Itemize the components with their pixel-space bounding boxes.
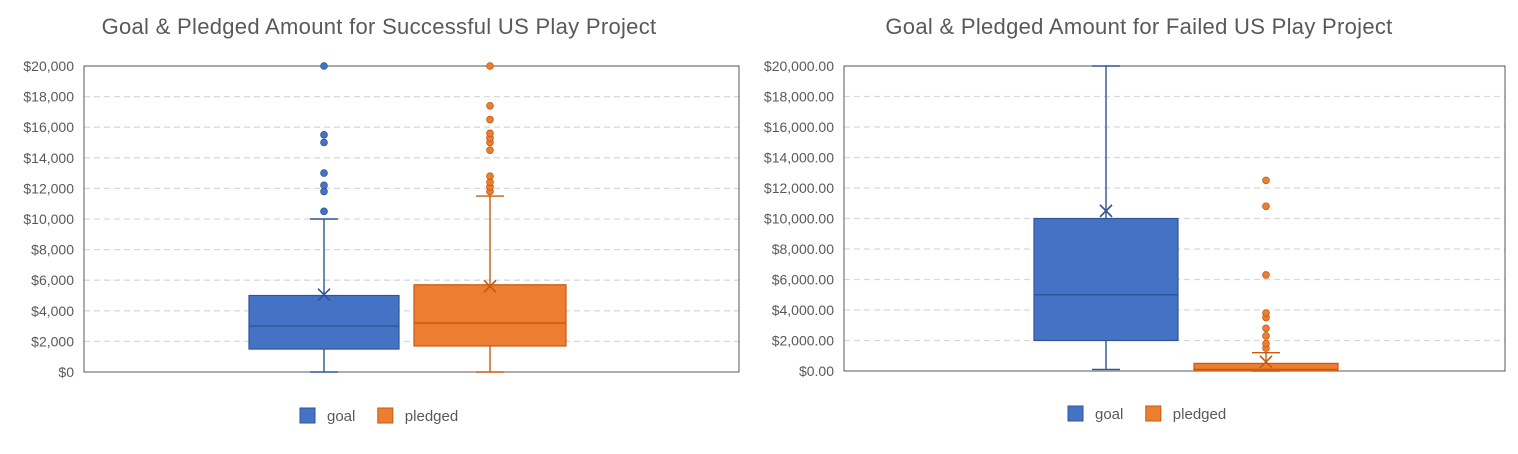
legend-label-goal: goal <box>327 408 355 425</box>
y-tick-label: $14,000.00 <box>764 150 834 166</box>
y-tick-label: $20,000 <box>23 58 74 74</box>
outlier-point <box>320 131 328 139</box>
y-tick-label: $12,000.00 <box>764 180 834 196</box>
y-tick-label: $8,000 <box>31 242 74 258</box>
box-pledged <box>1193 176 1339 372</box>
box-goal <box>1033 65 1179 371</box>
y-tick-label: $6,000 <box>31 272 74 288</box>
y-tick-label: $10,000.00 <box>764 211 834 227</box>
iqr-box <box>413 284 567 347</box>
outlier-point <box>486 62 494 70</box>
legend: goal pledged <box>299 407 458 425</box>
chart-failed: Goal & Pledged Amount for Failed US Play… <box>760 0 1518 454</box>
chart-successful: Goal & Pledged Amount for Successful US … <box>0 0 758 454</box>
legend-label-goal: goal <box>1095 406 1123 423</box>
legend-label-pledged: pledged <box>1173 406 1226 423</box>
outlier-point <box>486 101 494 110</box>
legend-swatch-pledged <box>377 407 394 424</box>
box-goal <box>248 62 400 373</box>
y-tick-label: $12,000 <box>23 180 74 196</box>
y-tick-label: $2,000 <box>31 333 74 349</box>
y-tick-label: $18,000 <box>23 89 74 105</box>
gridlines <box>84 65 739 343</box>
y-tick-label: $0.00 <box>799 363 834 379</box>
outlier-point <box>486 146 494 154</box>
outlier-point <box>1262 176 1270 185</box>
outlier-point <box>320 138 328 147</box>
y-tick-label: $10,000 <box>23 211 74 227</box>
outlier-point <box>486 129 494 138</box>
outlier-point <box>320 62 328 70</box>
legend-swatch-pledged <box>1145 405 1162 422</box>
y-tick-label: $16,000.00 <box>764 119 834 135</box>
box-pledged <box>413 62 567 373</box>
outlier-point <box>320 169 328 177</box>
y-tick-label: $0 <box>58 364 74 380</box>
y-axis-ticks: $0.00 $2,000.00 $4,000.00 $6,000.00 $8,000.0… <box>764 58 834 379</box>
outlier-point <box>1262 332 1270 340</box>
y-tick-label: $6,000.00 <box>772 272 834 288</box>
y-tick-label: $16,000 <box>23 119 74 135</box>
iqr-box <box>248 294 400 350</box>
outlier-point <box>1262 339 1270 348</box>
y-tick-label: $4,000.00 <box>772 302 834 318</box>
outlier-point <box>486 115 494 124</box>
legend-swatch-goal <box>299 407 316 424</box>
chart-plot-successful: $0 $2,000 $4,000 $6,000 $8,000 $10,000 $12,000… <box>23 58 740 425</box>
plot-frame <box>83 65 740 373</box>
legend-label-pledged: pledged <box>405 408 458 425</box>
outlier-point <box>320 181 328 190</box>
y-tick-label: $2,000.00 <box>772 333 834 349</box>
iqr-box <box>1033 217 1179 342</box>
y-axis-ticks: $0 $2,000 $4,000 $6,000 $8,000 $10,000 $12,000… <box>23 58 74 380</box>
outlier-point <box>1262 271 1270 279</box>
outlier-point <box>486 172 494 180</box>
outlier-point <box>1262 324 1270 333</box>
y-tick-label: $20,000.00 <box>764 58 834 74</box>
legend-swatch-goal <box>1067 405 1084 422</box>
outlier-point <box>1262 309 1270 317</box>
y-tick-label: $4,000 <box>31 303 74 319</box>
chart-plot-failed: $0.00 $2,000.00 $4,000.00 $6,000.00 $8,000.0… <box>764 58 1506 423</box>
outlier-point <box>1262 202 1270 211</box>
y-tick-label: $14,000 <box>23 150 74 166</box>
legend: goal pledged <box>1067 405 1226 423</box>
y-tick-label: $18,000.00 <box>764 89 834 105</box>
y-tick-label: $8,000.00 <box>772 241 834 257</box>
outlier-point <box>320 207 328 216</box>
